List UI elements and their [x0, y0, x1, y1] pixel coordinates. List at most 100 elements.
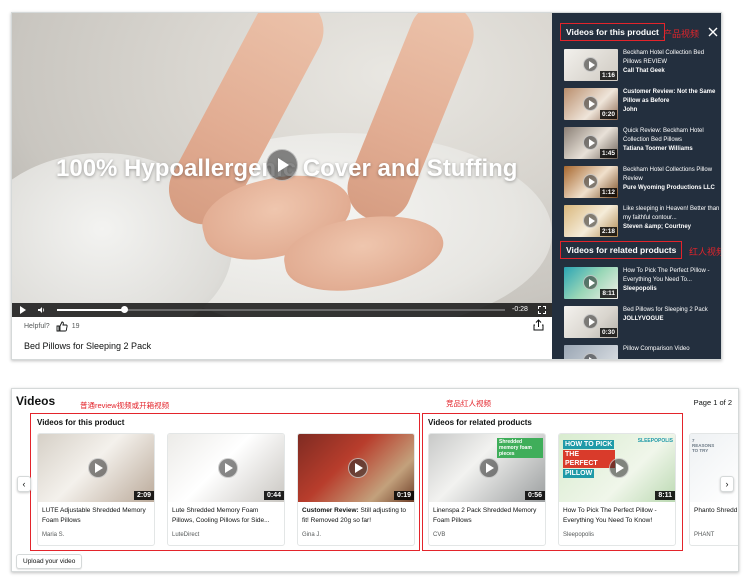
video-card-title-text: LUTE Adjustable Shredded Memory Foam Pil… [42, 507, 146, 524]
video-card-title[interactable]: Linenspa 2 Pack Shredded Memory Foam Pil… [433, 506, 543, 525]
play-icon [88, 458, 108, 478]
sidebar-video-title[interactable]: Bed Pillows for Sleeping 2 Pack [623, 306, 708, 315]
annotation-related-videos: 红人视频 [689, 247, 722, 257]
annotation-competitor-videos: 竞品红人视频 [446, 399, 491, 408]
video-thumbnail[interactable]: Shredded memory foam pieces 0:56 [429, 434, 545, 502]
video-thumbnail[interactable]: 0:30 [564, 306, 618, 338]
sidebar-video-text: Customer Review: Not the Same Pillow as … [623, 88, 720, 124]
video-thumbnail[interactable]: 0:44 [168, 434, 284, 502]
thumbs-up-icon[interactable] [56, 321, 68, 332]
video-card-title[interactable]: LUTE Adjustable Shredded Memory Foam Pil… [42, 506, 152, 525]
video-card[interactable]: 0:44 Lute Shredded Memory Foam Pillows, C… [167, 433, 285, 546]
video-duration: 1:12 [599, 188, 617, 197]
play-icon[interactable] [266, 149, 298, 181]
sidebar-video-text: How To Pick The Perfect Pillow - Everyth… [623, 267, 720, 303]
video-duration: 8:11 [600, 289, 617, 298]
video-duration: 2:09 [133, 491, 154, 500]
progress-fill [57, 309, 125, 311]
carousel-next-button[interactable]: › [720, 476, 734, 492]
thumbnail-brand-tag: 7 REASONS TO TRY [692, 438, 715, 453]
sidebar-heading-this-product: Videos for this product [560, 23, 665, 41]
play-icon [583, 353, 598, 359]
sidebar-video-title[interactable]: Pillow Comparison Video [623, 345, 690, 354]
sidebar-video-title[interactable]: Like sleeping in Heaven! Better than my … [623, 205, 720, 223]
sidebar-video-creator: Call That Geek [623, 68, 665, 74]
video-duration: 8:11 [655, 491, 675, 500]
sidebar-video-text: Bed Pillows for Sleeping 2 Pack JOLLYVOGU… [623, 306, 708, 342]
sidebar-video-text: Beckham Hotel Collections Pillow Review P… [623, 166, 720, 202]
sidebar-video-creator: Sleepopolis [623, 286, 657, 292]
video-card-title-text: Phanto Shredd [694, 507, 738, 514]
progress-handle[interactable] [121, 306, 129, 313]
video-thumbnail[interactable]: 2:18 [564, 205, 618, 237]
sidebar-video-text: Like sleeping in Heaven! Better than my … [623, 205, 720, 241]
play-icon [583, 174, 598, 189]
video-thumbnail[interactable] [564, 345, 618, 359]
video-thumbnail[interactable]: 1:45 [564, 127, 618, 159]
sidebar-video-creator: Pure Wyoming Productions LLC [623, 185, 715, 191]
carousel-prev-button[interactable]: ‹ [17, 476, 31, 492]
sidebar-video-title[interactable]: Quick Review: Beckham Hotel Collection B… [623, 127, 720, 145]
video-card[interactable]: 0:19 Customer Review: Still adjusting to … [297, 433, 415, 546]
video-thumbnail[interactable]: 1:16 [564, 49, 618, 81]
helpful-row: Helpful? 19 [24, 321, 79, 332]
video-thumbnail[interactable]: 8:11 [564, 267, 618, 299]
fullscreen-icon[interactable] [538, 306, 546, 314]
sidebar-video-item[interactable]: 1:16 Beckham Hotel Collection Bed Pillows… [564, 49, 720, 85]
play-icon [348, 458, 368, 478]
sidebar-video-text: Pillow Comparison Video [623, 345, 690, 359]
video-duration: 0:30 [599, 328, 617, 337]
close-icon[interactable] [708, 27, 718, 37]
video-thumbnail[interactable]: 2:09 [38, 434, 154, 502]
sidebar-video-creator: Steven &amp; Courtney [623, 224, 692, 230]
video-card-title-prefix: Customer Review: [302, 507, 359, 514]
thumbnail-banner-line: HOW TO PICK [563, 440, 615, 449]
video-thumbnail[interactable]: 0:20 [564, 88, 618, 120]
sidebar-video-title[interactable]: Beckham Hotel Collections Pillow Review [623, 166, 720, 184]
video-card-title-text: Lute Shredded Memory Foam Pillows, Cooli… [172, 507, 270, 524]
progress-bar[interactable] [57, 306, 505, 313]
upload-video-button[interactable]: Upload your video [16, 554, 83, 569]
helpful-label: Helpful? [24, 323, 50, 330]
video-card-title[interactable]: Phanto Shredd [694, 506, 738, 516]
video-player[interactable]: 100% Hypoallergenic Cover and Stuffing -… [12, 13, 552, 317]
sidebar-video-title[interactable]: Beckham Hotel Collection Bed Pillows REV… [623, 49, 720, 67]
group-title-related-products: Videos for related products [428, 418, 532, 427]
video-duration: 0:20 [599, 110, 617, 119]
video-card-creator: CVB [433, 532, 446, 538]
video-thumbnail[interactable]: HOW TO PICK THE PERFECT PILLOW SLEEPOPOLIS 8… [559, 434, 675, 502]
sidebar-video-item[interactable]: Pillow Comparison Video [564, 345, 720, 359]
annotation-review-videos: 普通review视频或开箱视频 [80, 401, 170, 410]
video-sidebar: Videos for this product 产品视频 1:16 Beckham… [552, 13, 722, 359]
time-remaining: -0:28 [512, 306, 528, 313]
sidebar-video-item[interactable]: 0:30 Bed Pillows for Sleeping 2 Pack JOLLY… [564, 306, 720, 342]
sidebar-video-title[interactable]: How To Pick The Perfect Pillow - Everyth… [623, 267, 720, 285]
video-card[interactable]: 2:09 LUTE Adjustable Shredded Memory Foam… [37, 433, 155, 546]
video-duration: 0:19 [393, 491, 414, 500]
video-thumbnail[interactable]: 1:12 [564, 166, 618, 198]
video-card[interactable]: Shredded memory foam pieces 0:56 Linenspa … [428, 433, 546, 546]
video-card-title-text: Linenspa 2 Pack Shredded Memory Foam Pil… [433, 507, 537, 524]
sidebar-video-item[interactable]: 1:12 Beckham Hotel Collections Pillow Rev… [564, 166, 720, 202]
volume-icon[interactable] [38, 306, 46, 314]
sidebar-video-text: Quick Review: Beckham Hotel Collection B… [623, 127, 720, 163]
share-icon[interactable] [533, 319, 544, 331]
sidebar-video-item[interactable]: 0:20 Customer Review: Not the Same Pillow… [564, 88, 720, 124]
play-pause-icon[interactable] [20, 306, 26, 314]
video-thumbnail[interactable]: 0:19 [298, 434, 414, 502]
sidebar-video-creator: Tatiana Toomer Williams [623, 146, 693, 152]
sidebar-video-item[interactable]: 8:11 How To Pick The Perfect Pillow - Eve… [564, 267, 720, 303]
video-card[interactable]: HOW TO PICK THE PERFECT PILLOW SLEEPOPOLIS 8… [558, 433, 676, 546]
sidebar-video-title[interactable]: Customer Review: Not the Same Pillow as … [623, 88, 720, 106]
video-card-title[interactable]: Customer Review: Still adjusting to fit!… [302, 506, 412, 525]
thumbnail-tag: Shredded memory foam pieces [497, 438, 543, 458]
video-card-title[interactable]: How To Pick The Perfect Pillow - Everyth… [563, 506, 673, 525]
thumbnail-banner-line: THE PERFECT [563, 450, 615, 468]
video-card-title[interactable]: Lute Shredded Memory Foam Pillows, Cooli… [172, 506, 282, 525]
video-duration: 2:18 [599, 227, 617, 236]
sidebar-video-item[interactable]: 1:45 Quick Review: Beckham Hotel Collecti… [564, 127, 720, 163]
thumbnail-banner-text: HOW TO PICK THE PERFECT PILLOW [563, 440, 615, 479]
video-duration: 1:45 [599, 149, 617, 158]
video-player-panel: 100% Hypoallergenic Cover and Stuffing -… [11, 12, 722, 360]
sidebar-video-item[interactable]: 2:18 Like sleeping in Heaven! Better than… [564, 205, 720, 241]
